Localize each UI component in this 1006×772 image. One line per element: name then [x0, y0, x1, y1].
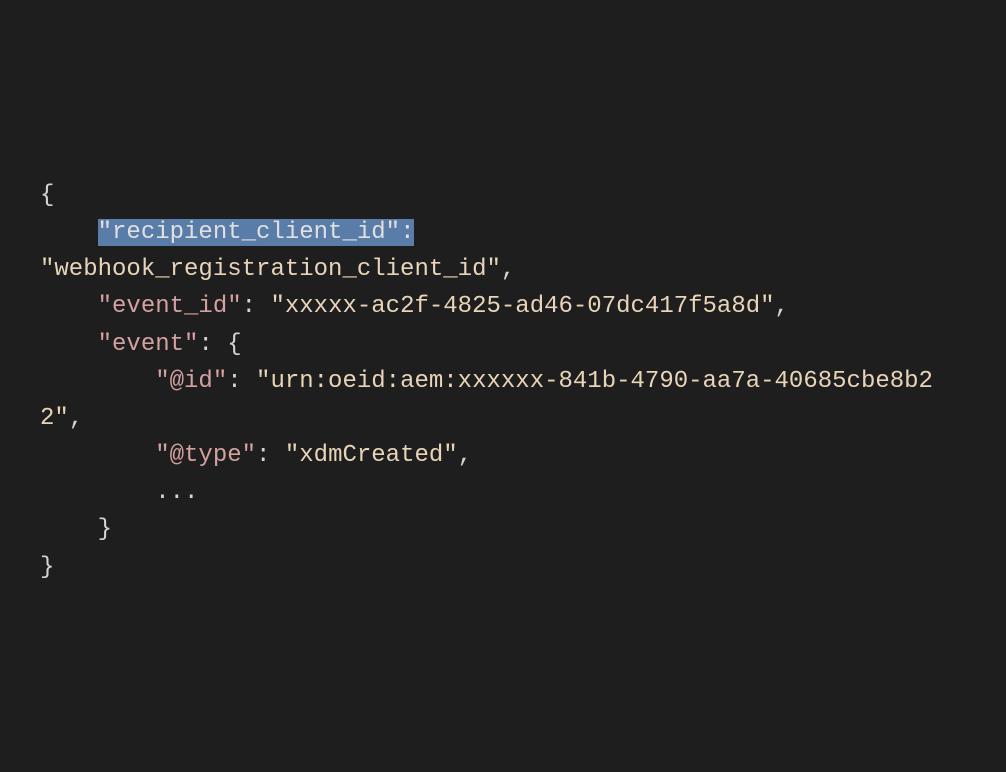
indent: [40, 293, 98, 320]
colon: :: [256, 442, 285, 469]
json-value: "xxxxx-ac2f-4825-ad46-07dc417f5a8d": [270, 293, 774, 320]
json-key: "@type": [155, 442, 256, 469]
json-value: "xdmCreated": [285, 442, 458, 469]
json-value: "webhook_registration_client_id": [40, 256, 501, 283]
indent: [40, 368, 155, 395]
indent: [40, 516, 98, 543]
json-key: "event_id": [98, 293, 242, 320]
brace-open: {: [227, 331, 241, 358]
indent: [40, 331, 98, 358]
colon: :: [227, 368, 256, 395]
json-key: "@id": [155, 368, 227, 395]
comma: ,: [69, 405, 83, 432]
comma: ,: [775, 293, 789, 320]
indent: [40, 219, 98, 246]
highlighted-key: "recipient_client_id":: [98, 219, 415, 246]
brace-close: }: [98, 516, 112, 543]
json-key: "event": [98, 331, 199, 358]
comma: ,: [501, 256, 515, 283]
code-block[interactable]: { "recipient_client_id": "webhook_regist…: [40, 177, 966, 586]
comma: ,: [458, 442, 472, 469]
brace-close: }: [40, 554, 54, 581]
colon: :: [198, 331, 227, 358]
indent: [40, 442, 155, 469]
ellipsis: ...: [155, 479, 198, 506]
indent: [40, 479, 155, 506]
brace-open: {: [40, 182, 54, 209]
colon: :: [242, 293, 271, 320]
